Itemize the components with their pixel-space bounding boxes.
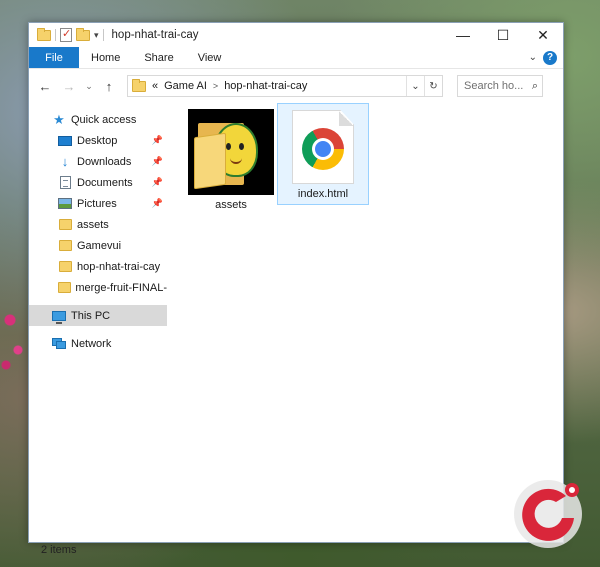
ribbon-tabs: File Home Share View ⌄ ? — [29, 47, 563, 69]
address-history-chevron-icon[interactable]: ⌄ — [406, 76, 424, 96]
pin-icon: 📌 — [151, 156, 163, 166]
file-item-index-html[interactable]: index.html — [277, 103, 369, 205]
item-count: 2 items — [41, 544, 77, 556]
sidebar-item-label: hop-nhat-trai-cay — [77, 260, 161, 273]
tab-share[interactable]: Share — [132, 47, 185, 68]
sidebar-item-quick-access[interactable]: ★ Quick access — [29, 109, 167, 130]
help-icon[interactable]: ? — [543, 50, 557, 65]
folder-icon — [37, 27, 51, 41]
chrome-icon — [302, 128, 344, 170]
sidebar-item-label: Network — [71, 337, 112, 350]
toolbar-divider — [102, 29, 104, 41]
star-icon: ★ — [53, 111, 65, 127]
search-box[interactable]: ⌕ — [457, 75, 543, 97]
tab-file[interactable]: File — [29, 47, 79, 68]
downloads-icon: ↓ — [61, 154, 69, 169]
documents-icon — [57, 176, 73, 190]
search-input[interactable] — [464, 80, 526, 92]
title-bar[interactable]: ▾ hop-nhat-trai-cay — ☐ ✕ — [29, 23, 563, 47]
breadcrumb-chevron-icon[interactable]: > — [213, 81, 218, 91]
file-item-assets-folder[interactable]: assets — [185, 109, 277, 211]
pin-icon: 📌 — [151, 177, 163, 187]
folder-thumbnail-icon — [188, 109, 274, 195]
window-title: hop-nhat-trai-cay — [111, 29, 199, 41]
sidebar-item-network[interactable]: Network — [29, 333, 167, 354]
wallpaper-flowers — [0, 300, 28, 380]
status-bar: 2 items — [29, 539, 563, 561]
expand-ribbon-chevron-icon[interactable]: ⌄ — [529, 52, 537, 63]
sidebar-item-label: Gamevui — [77, 239, 122, 252]
html-file-icon — [292, 110, 354, 184]
desktop-icon — [57, 134, 73, 148]
file-list-pane[interactable]: assets index.html — [167, 103, 563, 539]
pictures-icon — [57, 197, 73, 211]
sidebar-item-label: Documents — [77, 176, 133, 189]
folder-icon — [57, 239, 73, 253]
navigation-pane: ★ Quick access Desktop 📌 ↓ Downloads 📌 D… — [29, 103, 167, 539]
folder-icon — [57, 281, 71, 295]
up-arrow-icon[interactable]: ↑ — [99, 76, 119, 96]
file-name: index.html — [297, 188, 349, 200]
sidebar-item-downloads[interactable]: ↓ Downloads 📌 — [29, 151, 167, 172]
close-button[interactable]: ✕ — [523, 23, 563, 47]
sidebar-item-gamevui[interactable]: Gamevui — [29, 235, 167, 256]
sidebar-item-documents[interactable]: Documents 📌 — [29, 172, 167, 193]
sidebar-item-merge-fruit[interactable]: merge-fruit-FINAL- — [29, 277, 167, 298]
folder-icon — [57, 218, 73, 232]
breadcrumb-game-ai[interactable]: Game AI — [164, 80, 207, 92]
pin-icon: 📌 — [151, 198, 163, 208]
sidebar-item-label: assets — [77, 218, 109, 231]
refresh-icon[interactable]: ↻ — [424, 76, 442, 96]
maximize-button[interactable]: ☐ — [483, 23, 523, 47]
back-arrow-icon[interactable]: ← — [35, 76, 55, 96]
sidebar-item-label: Quick access — [71, 113, 137, 126]
search-icon[interactable]: ⌕ — [532, 80, 542, 93]
file-explorer-window: ▾ hop-nhat-trai-cay — ☐ ✕ File Home Shar… — [28, 22, 564, 556]
tab-view[interactable]: View — [186, 47, 234, 68]
sidebar-item-label: Desktop — [77, 134, 118, 147]
address-bar[interactable]: « Game AI > hop-nhat-trai-cay ⌄ ↻ — [127, 75, 443, 97]
network-icon — [51, 337, 67, 351]
breadcrumb-current-folder[interactable]: hop-nhat-trai-cay — [224, 80, 307, 92]
computer-icon — [51, 309, 67, 324]
toolbar-divider — [55, 29, 56, 41]
sidebar-item-assets[interactable]: assets — [29, 214, 167, 235]
file-name: assets — [215, 199, 247, 211]
watermark-logo — [514, 480, 582, 548]
window-controls: — ☐ ✕ — [443, 23, 563, 47]
sidebar-item-label: This PC — [71, 309, 111, 322]
sidebar-item-desktop[interactable]: Desktop 📌 — [29, 130, 167, 151]
recent-locations-chevron-icon[interactable]: ⌄ — [83, 76, 95, 96]
pin-icon: 📌 — [151, 135, 163, 145]
forward-arrow-icon[interactable]: → — [59, 76, 79, 96]
sidebar-item-hop-nhat-trai-cay[interactable]: hop-nhat-trai-cay — [29, 256, 167, 277]
minimize-button[interactable]: — — [443, 23, 483, 47]
new-folder-icon[interactable] — [76, 27, 90, 41]
explorer-body: ★ Quick access Desktop 📌 ↓ Downloads 📌 D… — [29, 103, 563, 539]
sidebar-item-this-pc[interactable]: This PC — [29, 305, 167, 326]
sidebar-item-label: merge-fruit-FINAL- — [75, 281, 167, 294]
folder-icon — [132, 78, 146, 92]
navigation-bar: ← → ⌄ ↑ « Game AI > hop-nhat-trai-cay ⌄ … — [29, 69, 563, 103]
sidebar-item-label: Downloads — [77, 155, 132, 168]
sidebar-item-pictures[interactable]: Pictures 📌 — [29, 193, 167, 214]
tab-home[interactable]: Home — [79, 47, 132, 68]
properties-icon[interactable] — [60, 27, 72, 42]
customize-toolbar-chevron-icon[interactable]: ▾ — [94, 30, 99, 41]
quick-access-toolbar: ▾ — [37, 27, 104, 42]
sidebar-item-label: Pictures — [77, 197, 117, 210]
folder-icon — [57, 260, 73, 274]
breadcrumb-overflow[interactable]: « — [152, 80, 158, 92]
